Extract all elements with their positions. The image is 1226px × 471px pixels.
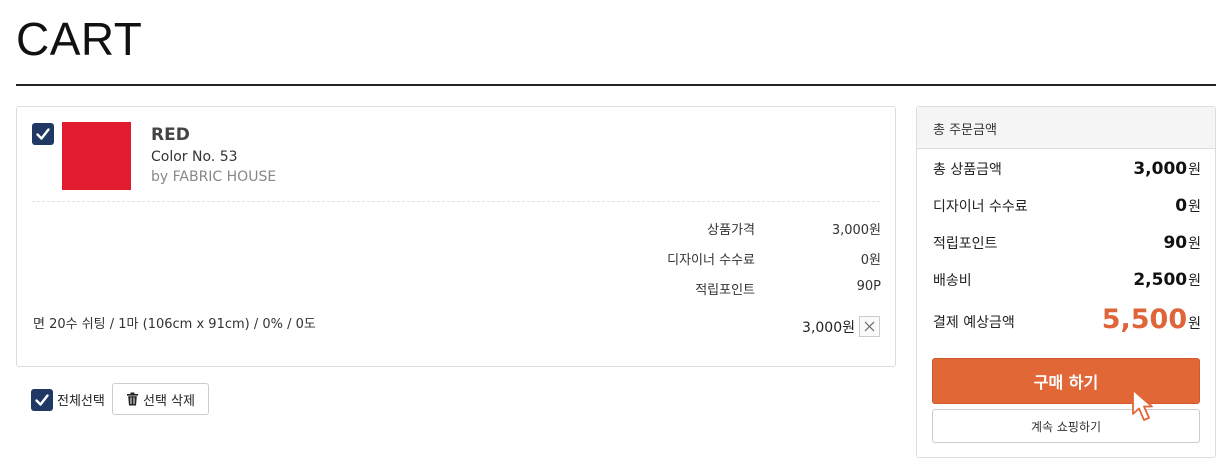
summary-row-label: 총 상품금액	[933, 162, 1002, 178]
close-icon	[864, 321, 875, 332]
item-option-text: 면 20수 쉬팅 / 1마 (106cm x 91cm) / 0% / 0도	[33, 317, 316, 332]
fabric-swatch-image[interactable]	[62, 122, 131, 190]
summary-row-subtotal: 총 상품금액 3,000원	[933, 159, 1201, 183]
summary-row-label: 배송비	[933, 273, 972, 289]
price-row-label: 상품가격	[707, 223, 755, 238]
title-divider	[16, 84, 1216, 86]
price-row-value: 3,000원	[831, 223, 881, 238]
item-color-number: Color No. 53	[151, 149, 238, 165]
price-row-points: 적립포인트 90P	[577, 279, 881, 299]
summary-row-label: 디자이너 수수료	[933, 199, 1028, 215]
check-icon	[35, 394, 49, 406]
item-total-price: 3,000원	[802, 320, 855, 336]
select-all-label[interactable]: 전체선택	[57, 390, 105, 409]
select-all-checkbox[interactable]	[31, 389, 53, 411]
summary-heading: 총 주문금액	[917, 107, 1215, 149]
summary-row-total: 결제 예상금액 5,500원	[933, 304, 1201, 336]
price-row-value: 0원	[860, 253, 881, 268]
summary-row-label: 적립포인트	[933, 236, 998, 252]
delete-selected-button[interactable]: 선택 삭제	[112, 383, 209, 415]
remove-item-button[interactable]	[859, 316, 880, 337]
summary-row-designer-fee: 디자이너 수수료 0원	[933, 196, 1201, 220]
summary-row-points: 적립포인트 90원	[933, 233, 1201, 257]
order-summary-panel: 총 주문금액 총 상품금액 3,000원 디자이너 수수료 0원 적립포인트 9…	[916, 106, 1216, 458]
check-icon	[36, 128, 50, 140]
summary-total-label: 결제 예상금액	[933, 315, 1015, 331]
item-name[interactable]: RED	[151, 125, 190, 145]
summary-row-amount: 0원	[1175, 196, 1201, 216]
item-divider	[32, 201, 880, 202]
summary-row-shipping: 배송비 2,500원	[933, 270, 1201, 294]
continue-shopping-button[interactable]: 계속 쇼핑하기	[932, 409, 1200, 443]
summary-row-amount: 3,000원	[1133, 159, 1201, 179]
cart-item-card: RED Color No. 53 by FABRIC HOUSE 상품가격 3,…	[16, 106, 896, 367]
price-row-label: 디자이너 수수료	[667, 253, 755, 268]
price-row-product: 상품가격 3,000원	[577, 219, 881, 239]
item-brand: by FABRIC HOUSE	[151, 169, 277, 185]
summary-row-amount: 2,500원	[1133, 270, 1201, 290]
delete-selected-label: 선택 삭제	[143, 393, 195, 409]
summary-total-amount: 5,500원	[1101, 304, 1201, 335]
price-row-label: 적립포인트	[695, 283, 755, 298]
price-row-designer-fee: 디자이너 수수료 0원	[577, 249, 881, 269]
trash-icon	[127, 392, 138, 406]
page-title: CART	[16, 13, 143, 65]
summary-row-amount: 90원	[1163, 233, 1201, 253]
item-checkbox[interactable]	[32, 123, 54, 145]
buy-button[interactable]: 구매 하기	[932, 358, 1200, 404]
price-row-value: 90P	[856, 279, 881, 294]
